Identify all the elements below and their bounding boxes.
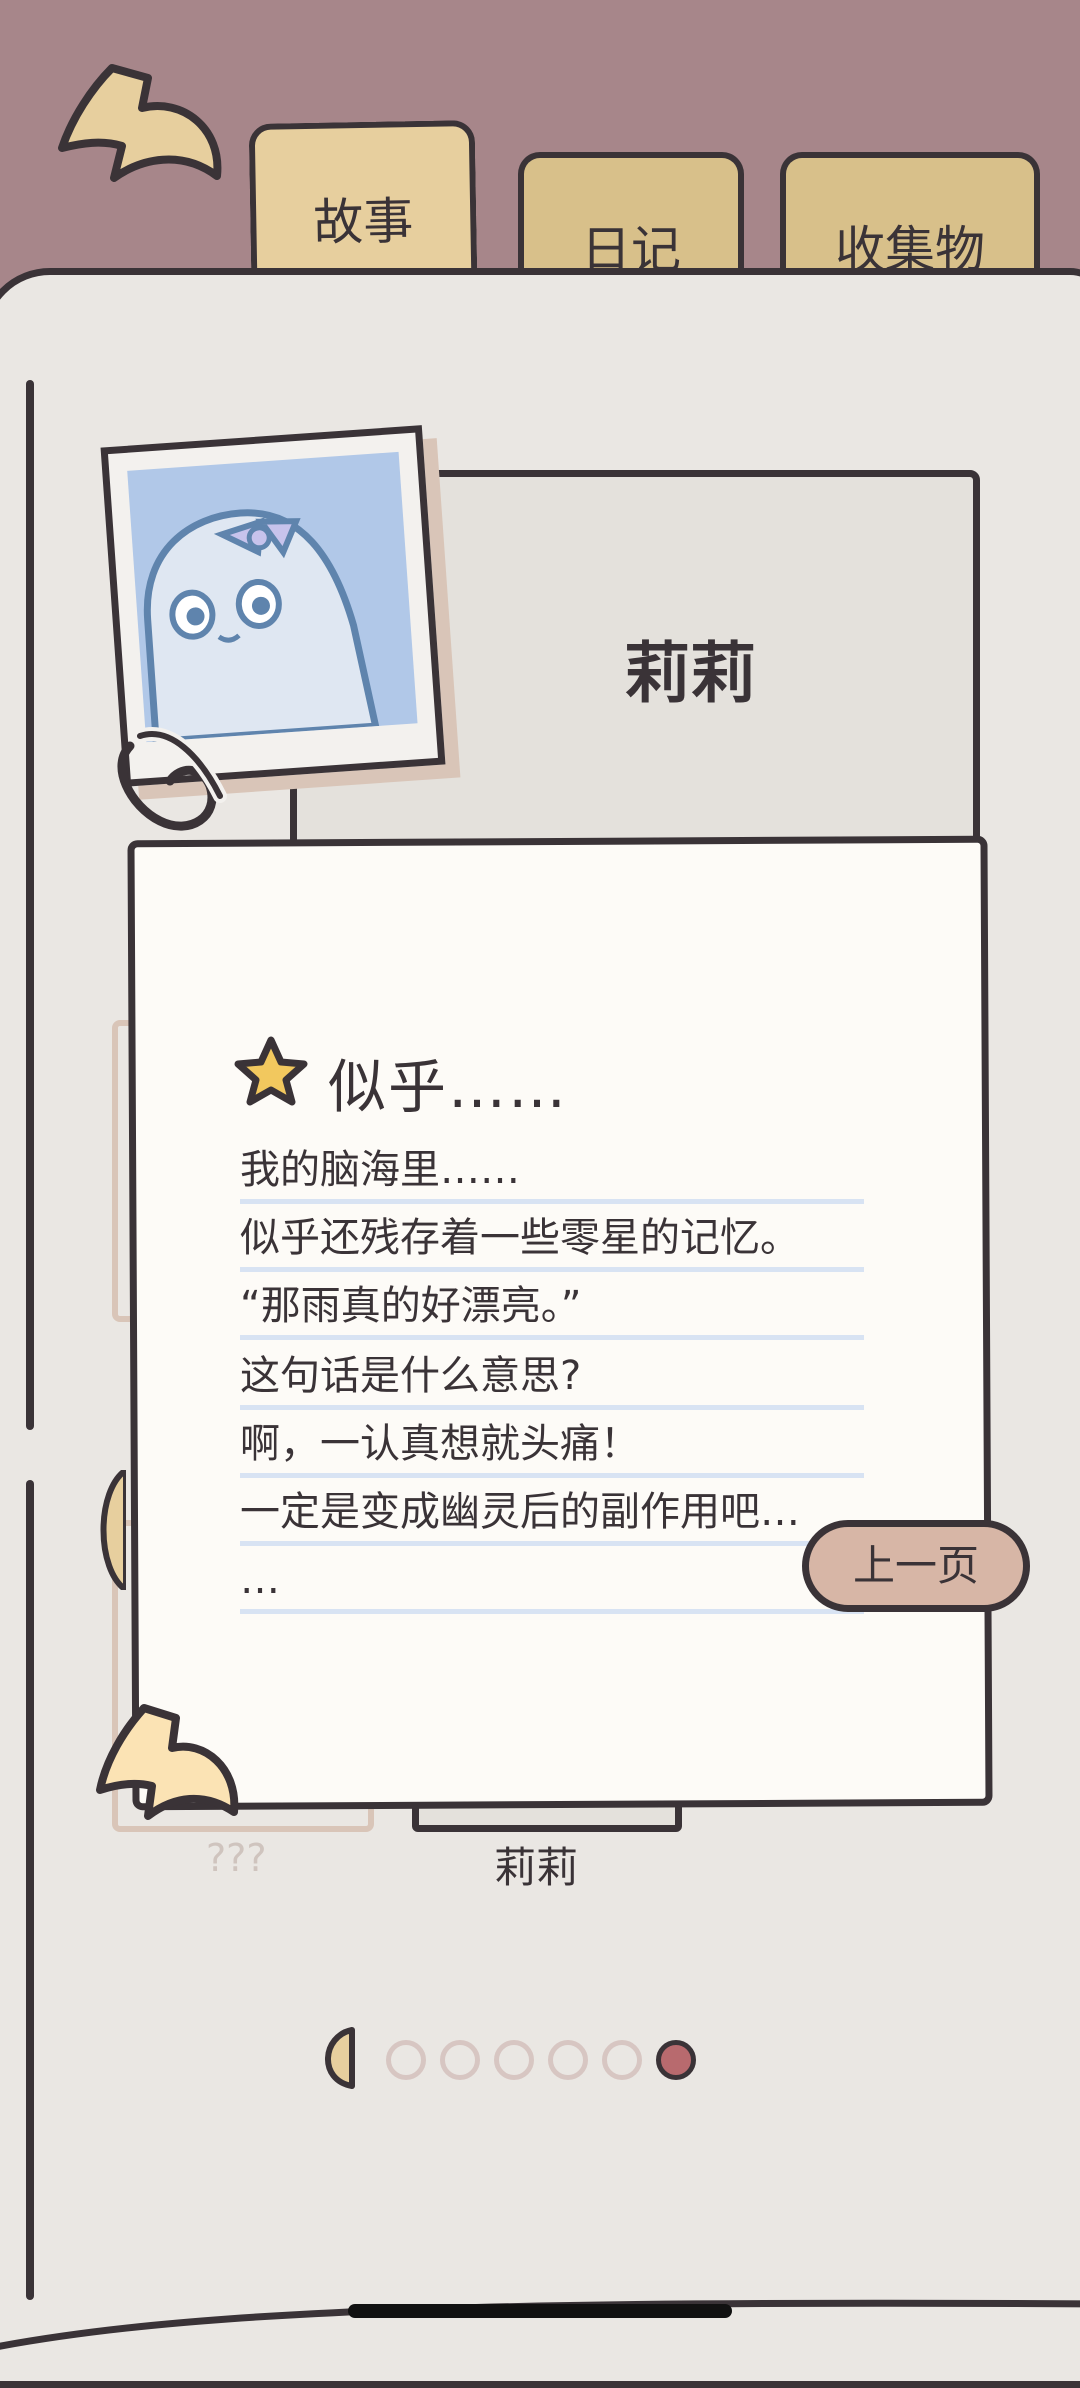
page-dot[interactable] bbox=[386, 2040, 426, 2080]
note-line: 啊，一认真想就头痛！ bbox=[240, 1418, 864, 1478]
book-spine-line bbox=[26, 380, 34, 1430]
page-dot[interactable] bbox=[602, 2040, 642, 2080]
page-dot[interactable] bbox=[440, 2040, 480, 2080]
book-spine-line-lower bbox=[26, 1480, 34, 2300]
note-line: 我的脑海里…… bbox=[240, 1144, 864, 1204]
note-line: 似乎还残存着一些零星的记忆。 bbox=[240, 1212, 864, 1272]
page-dot-active[interactable] bbox=[656, 2040, 696, 2080]
paperclip-icon bbox=[117, 727, 227, 831]
page-dot[interactable] bbox=[548, 2040, 588, 2080]
note-title: 似乎…… bbox=[328, 1053, 569, 1121]
ghost-character-icon bbox=[143, 509, 380, 743]
page-indicator bbox=[312, 2026, 696, 2090]
curved-arrow-icon bbox=[96, 1704, 239, 1820]
prev-page-button[interactable]: 上一页 bbox=[802, 1520, 1030, 1612]
note-line: “那雨真的好漂亮。” bbox=[240, 1280, 864, 1340]
page-edge-tab-icon bbox=[100, 1470, 126, 1590]
tab-story-label: 故事 bbox=[312, 192, 414, 252]
note-line: 这句话是什么意思? bbox=[240, 1350, 864, 1410]
character-name: 莉莉 bbox=[624, 635, 756, 712]
ghost-portrait bbox=[127, 451, 418, 743]
back-arrow-icon[interactable] bbox=[52, 58, 232, 228]
tab-diary[interactable]: 日记 bbox=[518, 152, 744, 282]
book-bottom-edge bbox=[0, 2299, 1080, 2350]
tab-collectibles[interactable]: 收集物 bbox=[780, 152, 1040, 282]
pager-left-icon[interactable] bbox=[312, 2026, 358, 2090]
character-label: 莉莉 bbox=[494, 1843, 579, 1892]
page-dot[interactable] bbox=[494, 2040, 534, 2080]
note-line: 一定是变成幽灵后的副作用吧… bbox=[240, 1486, 864, 1546]
star-icon bbox=[234, 1036, 308, 1106]
unknown-character-label: ??? bbox=[206, 1836, 267, 1880]
note-line: … bbox=[240, 1554, 864, 1614]
tab-story[interactable]: 故事 bbox=[248, 120, 478, 284]
home-indicator[interactable] bbox=[348, 2304, 732, 2318]
